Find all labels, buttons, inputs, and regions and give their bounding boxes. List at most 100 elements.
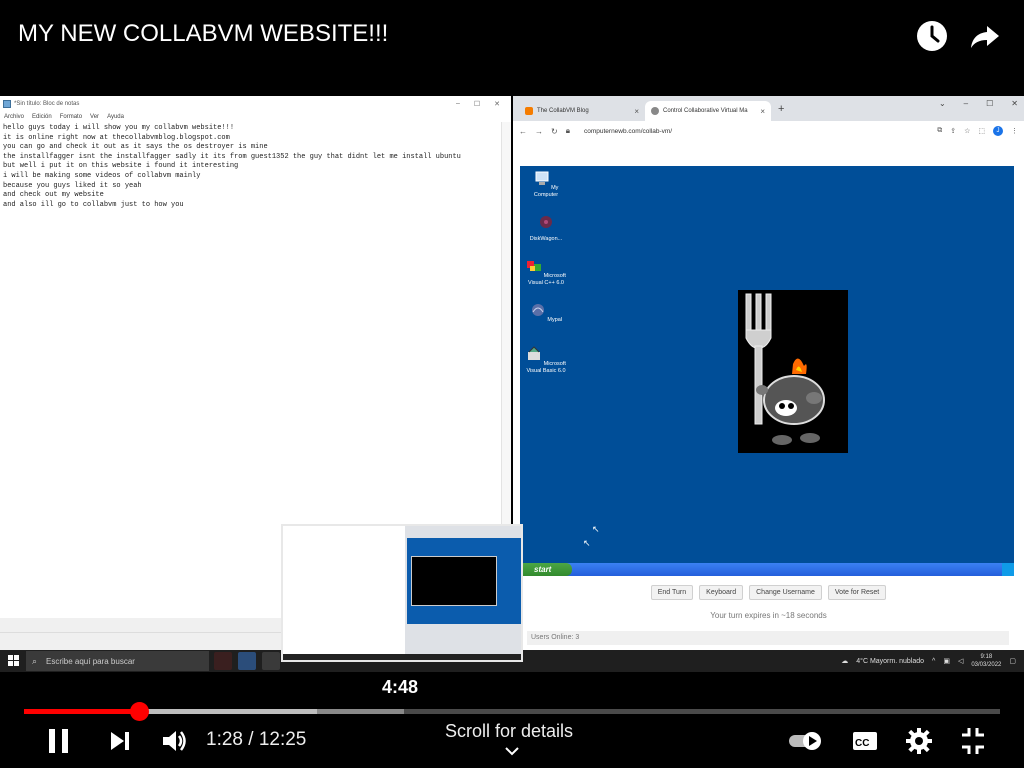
notifications-icon: ▢ <box>1009 658 1016 665</box>
lock-icon: 🔒︎ <box>565 126 570 135</box>
autoplay-toggle[interactable] <box>788 726 824 756</box>
back-icon: ← <box>519 126 527 136</box>
pip-vm-screen <box>407 538 521 624</box>
users-online-panel: Users Online: 3 <box>527 631 1009 645</box>
search-placeholder: Escribe aquí para buscar <box>46 657 135 666</box>
profile-avatar: J <box>993 126 1003 136</box>
change-username-button: Change Username <box>749 585 822 600</box>
xp-taskbar: start <box>520 563 1014 576</box>
clock-time: 9:18 <box>980 654 993 660</box>
notepad-window-controls: – ☐ ✕ <box>456 100 508 108</box>
menu-archivo: Archivo <box>4 113 25 120</box>
star-icon: ☆ <box>964 128 971 135</box>
share-icon[interactable] <box>969 20 1001 52</box>
desktop-icon-label: Microsoft Visual Basic 6.0 <box>526 361 566 374</box>
desktop-icon-label: My Computer <box>533 185 559 198</box>
text-line: it is online right now at thecollabvmblo… <box>3 133 230 142</box>
share-page-icon: ⇪ <box>950 128 957 135</box>
notepad-icon <box>3 99 11 108</box>
browser-toolbar: ← → ↻ 🔒︎ computernewb.com/collab-vm/ ⧉ ⇪… <box>513 121 1024 141</box>
install-icon: ⧉ <box>937 127 943 134</box>
taskbar-app-icon <box>262 652 280 670</box>
minimize-icon: – <box>455 99 460 107</box>
text-line: but well i put it on this website i foun… <box>3 162 239 171</box>
text-line: because you guys liked it so yeah <box>3 181 142 190</box>
browser-tabstrip: The CollabVM Blog × Control Collaborativ… <box>513 96 1024 121</box>
desktop-icon-visual-cpp: Microsoft Visual C++ 6.0 <box>522 258 570 286</box>
video-title: MY NEW COLLABVM WEBSITE!!! <box>18 20 389 47</box>
scroll-for-details[interactable]: Scroll for details <box>445 721 573 742</box>
chevron-down-icon[interactable] <box>504 745 520 757</box>
menu-ayuda: Ayuda <box>107 113 124 120</box>
desktop-icon-label: Microsoft Visual C++ 6.0 <box>528 273 566 286</box>
desktop-icon-label: Mypal <box>547 317 563 323</box>
collab-vm-page: My Computer DiskWagon... Microsoft Visua… <box>513 141 1024 650</box>
captions-icon[interactable]: CC <box>852 726 878 756</box>
notepad-menubar: Archivo Edición Formato Ver Ayuda <box>0 111 511 122</box>
text-line: the installfagger isnt the installfagger… <box>3 152 461 161</box>
close-icon: ✕ <box>1011 99 1018 108</box>
pause-icon[interactable] <box>46 726 72 756</box>
blogger-icon <box>525 107 533 115</box>
mouse-cursor-icon: ↖ <box>592 524 600 534</box>
next-icon[interactable] <box>108 726 132 756</box>
picture-in-picture-preview <box>281 524 523 662</box>
video-frame[interactable]: *Sin título: Bloc de notas – ☐ ✕ Archivo… <box>0 96 1024 672</box>
settings-icon[interactable] <box>906 726 932 756</box>
menu-edicion: Edición <box>32 113 52 120</box>
svg-text:CC: CC <box>855 738 869 749</box>
taskbar-clock: 9:18 03/03/2022 <box>971 653 1001 669</box>
visual-cpp-icon <box>527 261 542 271</box>
system-tray: ☁ 4°C Mayorm. nublado ^ ▣ ◁ 9:18 03/03/2… <box>841 650 1016 672</box>
network-icon: ▣ <box>943 658 950 665</box>
vote-for-reset-button: Vote for Reset <box>827 585 887 600</box>
taskbar-app-icon <box>214 652 232 670</box>
menu-ver: Ver <box>90 113 100 120</box>
pip-window <box>411 556 497 606</box>
seek-preview-time: 4:48 <box>382 677 419 697</box>
desktop-icon-label: DiskWagon... <box>529 235 563 242</box>
xp-start-button: start <box>520 563 572 576</box>
time-display: 1:28 / 12:25 <box>206 729 307 750</box>
taskbar-app-icon <box>238 652 256 670</box>
tab-collabvm-blog: The CollabVM Blog × <box>519 101 645 121</box>
windows-search-box: ⌕ Escribe aquí para buscar <box>26 651 209 671</box>
notepad-text: hello guys today i will show you my coll… <box>0 122 511 212</box>
text-line: you can go and check it out as it says t… <box>3 143 268 152</box>
text-line: and also ill go to collabvm just to how … <box>3 200 184 209</box>
turn-status-text: Your turn expires in ~18 seconds <box>710 611 827 620</box>
text-line: hello guys today i will show you my coll… <box>3 124 235 132</box>
fork-mascot-image <box>738 290 848 453</box>
progress-scrubber-handle[interactable] <box>130 702 149 721</box>
chevron-down-icon: ⌄ <box>938 99 946 108</box>
minimize-icon: – <box>963 99 969 108</box>
desktop-icon-visual-basic: Microsoft Visual Basic 6.0 <box>522 346 570 374</box>
diskwagon-icon <box>540 216 552 228</box>
close-icon: × <box>634 106 639 116</box>
menu-formato: Formato <box>59 113 83 120</box>
address-bar: computernewb.com/collab-vm/ <box>583 127 673 135</box>
notepad-titlebar: *Sin título: Bloc de notas – ☐ ✕ <box>0 96 511 111</box>
weather-icon: ☁ <box>841 658 849 665</box>
text-line: and check out my website <box>3 191 104 200</box>
windows-start-icon <box>8 655 19 666</box>
tab-label: The CollabVM Blog <box>537 108 589 114</box>
progress-bar[interactable] <box>24 709 1000 714</box>
mouse-cursor-icon: ↖ <box>583 538 591 548</box>
end-turn-button: End Turn <box>650 585 694 600</box>
tab-label: Control Collaborative Virtual Ma <box>663 108 748 114</box>
new-tab-icon: + <box>778 103 785 115</box>
watch-later-icon[interactable] <box>916 20 948 52</box>
pip-notepad-area <box>283 526 405 660</box>
exit-fullscreen-icon[interactable] <box>960 726 986 756</box>
close-icon: × <box>760 106 765 116</box>
search-icon: ⌕ <box>32 656 38 666</box>
extensions-icon: ⬚ <box>978 128 985 135</box>
forward-icon: → <box>535 126 543 136</box>
my-computer-icon <box>535 171 549 185</box>
volume-icon[interactable] <box>160 726 188 756</box>
keyboard-button: Keyboard <box>699 585 744 600</box>
vm-button-row: End Turn Keyboard Change Username Vote f… <box>513 585 1024 600</box>
maximize-icon: ☐ <box>986 99 994 108</box>
vm-screen: My Computer DiskWagon... Microsoft Visua… <box>520 166 1014 576</box>
